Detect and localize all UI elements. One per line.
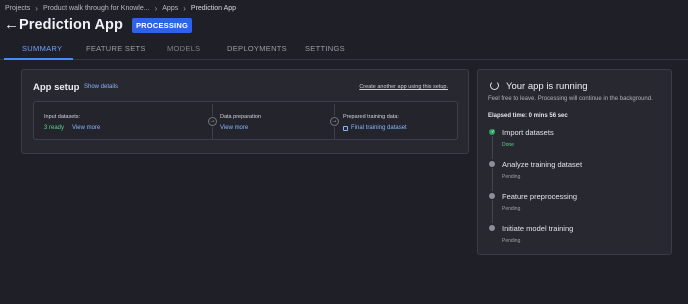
breadcrumb-project[interactable]: Product walk through for Knowle... bbox=[43, 5, 150, 12]
setup-pipeline: Input datasets: 3 ready View more → Data… bbox=[33, 101, 458, 140]
active-tab-indicator bbox=[4, 58, 73, 60]
chevron-right-icon: › bbox=[154, 4, 158, 13]
running-title: Your app is running bbox=[506, 81, 588, 92]
final-training-dataset-link[interactable]: Final training dataset bbox=[351, 125, 407, 131]
breadcrumb: Projects › Product walk through for Know… bbox=[5, 4, 236, 13]
divider bbox=[334, 104, 335, 116]
pending-dot-icon bbox=[489, 225, 495, 231]
task-name: Initiate model training bbox=[502, 224, 574, 233]
task-status: Pending bbox=[502, 206, 521, 212]
running-subtitle: Feel free to leave. Processing will cont… bbox=[488, 96, 653, 102]
tab-deployments[interactable]: DEPLOYMENTS bbox=[227, 44, 287, 53]
back-arrow-icon[interactable]: ← bbox=[4, 16, 19, 34]
task-status: Done bbox=[502, 142, 514, 148]
breadcrumb-current: Prediction App bbox=[190, 5, 237, 12]
tab-summary[interactable]: SUMMARY bbox=[22, 44, 62, 53]
data-preparation-view-more[interactable]: View more bbox=[220, 125, 248, 131]
show-details-link[interactable]: Show details bbox=[84, 84, 118, 90]
step-connector bbox=[491, 168, 493, 191]
app-setup-title: App setup bbox=[33, 82, 80, 93]
divider bbox=[334, 127, 335, 139]
tab-bar: SUMMARY FEATURE SETS MODELS DEPLOYMENTS … bbox=[0, 39, 688, 60]
input-datasets-step: Input datasets: 3 ready View more bbox=[44, 114, 100, 131]
training-data-step: Prepared training data: Final training d… bbox=[343, 114, 407, 131]
task-status: Pending bbox=[502, 174, 521, 180]
task-name: Analyze training dataset bbox=[502, 160, 583, 169]
elapsed-time: Elapsed time: 0 mins 56 sec bbox=[488, 113, 568, 119]
pending-dot-icon bbox=[489, 193, 495, 199]
tab-settings[interactable]: SETTINGS bbox=[305, 44, 345, 53]
data-preparation-step: Data preparation View more bbox=[220, 114, 261, 131]
chevron-right-icon: › bbox=[183, 4, 186, 13]
data-preparation-label: Data preparation bbox=[220, 114, 261, 120]
task-status: Pending bbox=[502, 238, 521, 244]
app-setup-card: App setup Show details Create another ap… bbox=[21, 69, 469, 154]
step-connector bbox=[491, 200, 493, 223]
app-running-panel: Your app is running Feel free to leave. … bbox=[477, 69, 672, 255]
page-header: ← Prediction App PROCESSING bbox=[4, 15, 192, 35]
check-circle-icon: ✓ bbox=[489, 129, 496, 135]
tab-feature-sets[interactable]: FEATURE SETS bbox=[86, 44, 146, 53]
input-datasets-count: 3 ready bbox=[44, 125, 65, 131]
page-title: Prediction App bbox=[19, 17, 123, 33]
task-name: Import datasets bbox=[502, 128, 554, 137]
dataset-icon bbox=[343, 125, 348, 131]
status-badge: PROCESSING bbox=[131, 17, 192, 33]
divider bbox=[212, 127, 213, 139]
arrow-right-icon: → bbox=[330, 117, 339, 126]
pending-dot-icon bbox=[489, 161, 495, 167]
input-datasets-view-more[interactable]: View more bbox=[72, 125, 100, 131]
breadcrumb-projects[interactable]: Projects bbox=[5, 5, 30, 12]
breadcrumb-apps[interactable]: Apps bbox=[162, 5, 178, 12]
tab-models[interactable]: MODELS bbox=[167, 44, 200, 53]
training-data-label: Prepared training data: bbox=[343, 114, 399, 120]
divider bbox=[212, 104, 213, 116]
task-name: Feature preprocessing bbox=[502, 192, 578, 201]
input-datasets-label: Input datasets: bbox=[44, 114, 81, 120]
chevron-right-icon: › bbox=[35, 4, 38, 13]
create-another-app-link[interactable]: Create another app using this setup. bbox=[359, 84, 448, 90]
arrow-right-icon: → bbox=[208, 117, 217, 126]
loading-spinner-icon bbox=[490, 81, 499, 90]
step-connector bbox=[491, 136, 493, 159]
